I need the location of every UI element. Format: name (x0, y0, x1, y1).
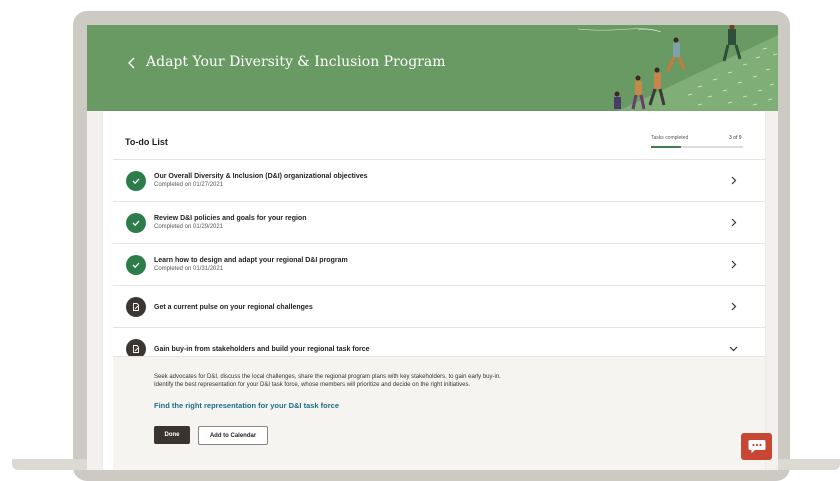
document-edit-icon (126, 297, 146, 317)
task-title: Our Overall Diversity & Inclusion (D&I) … (154, 173, 368, 180)
chevron-right-icon[interactable] (729, 218, 738, 227)
task-description: Seek advocates for D&I, discuss the loca… (154, 373, 574, 389)
task-completed-date: Completed on 01/31/2021 (154, 266, 224, 272)
task-title: Gain buy-in from stakeholders and build … (154, 346, 370, 353)
task-completed-date: Completed on 01/27/2021 (154, 182, 224, 188)
chevron-right-icon[interactable] (729, 176, 738, 185)
tasks-completed-label: Tasks completed (651, 135, 689, 141)
task-row[interactable]: Learn how to design and adapt your regio… (113, 243, 765, 285)
chevron-right-icon[interactable] (729, 302, 738, 311)
todo-card: To-do List Tasks completed 3 of 9 Our Ov… (103, 111, 765, 470)
done-button[interactable]: Done (154, 426, 190, 444)
check-icon (126, 213, 146, 233)
check-icon (126, 255, 146, 275)
task-title: Get a current pulse on your regional cha… (154, 304, 313, 311)
header-banner: Adapt Your Diversity & Inclusion Program (87, 25, 778, 111)
progress-bar (651, 146, 743, 148)
page-title: Adapt Your Diversity & Inclusion Program (146, 54, 446, 70)
chevron-down-icon[interactable] (729, 344, 738, 353)
task-force-link[interactable]: Find the right representation for your D… (154, 401, 339, 410)
chat-icon (748, 440, 765, 453)
todo-list-title: To-do List (125, 137, 168, 147)
add-to-calendar-button[interactable]: Add to Calendar (198, 426, 268, 445)
chat-button[interactable] (741, 433, 772, 460)
task-row[interactable]: Review D&I policies and goals for your r… (113, 201, 765, 243)
climbing-people-illustration (578, 25, 778, 111)
task-row[interactable]: Get a current pulse on your regional cha… (113, 285, 765, 327)
chevron-right-icon[interactable] (729, 260, 738, 269)
back-chevron-icon[interactable] (125, 56, 139, 70)
progress-bar-fill (651, 146, 682, 148)
task-title: Review D&I policies and goals for your r… (154, 215, 307, 222)
check-icon (126, 171, 146, 191)
task-title: Learn how to design and adapt your regio… (154, 257, 348, 264)
task-completed-date: Completed on 01/29/2021 (154, 224, 224, 230)
task-description-line: Seek advocates for D&I, discuss the loca… (154, 374, 501, 380)
task-description-line: Identify the best representation for you… (154, 382, 471, 388)
task-details-panel: Seek advocates for D&I, discuss the loca… (113, 356, 765, 470)
tasks-completed-count: 3 of 9 (729, 135, 742, 141)
task-row[interactable]: Our Overall Diversity & Inclusion (D&I) … (113, 159, 765, 201)
screen: Adapt Your Diversity & Inclusion Program (87, 25, 778, 470)
